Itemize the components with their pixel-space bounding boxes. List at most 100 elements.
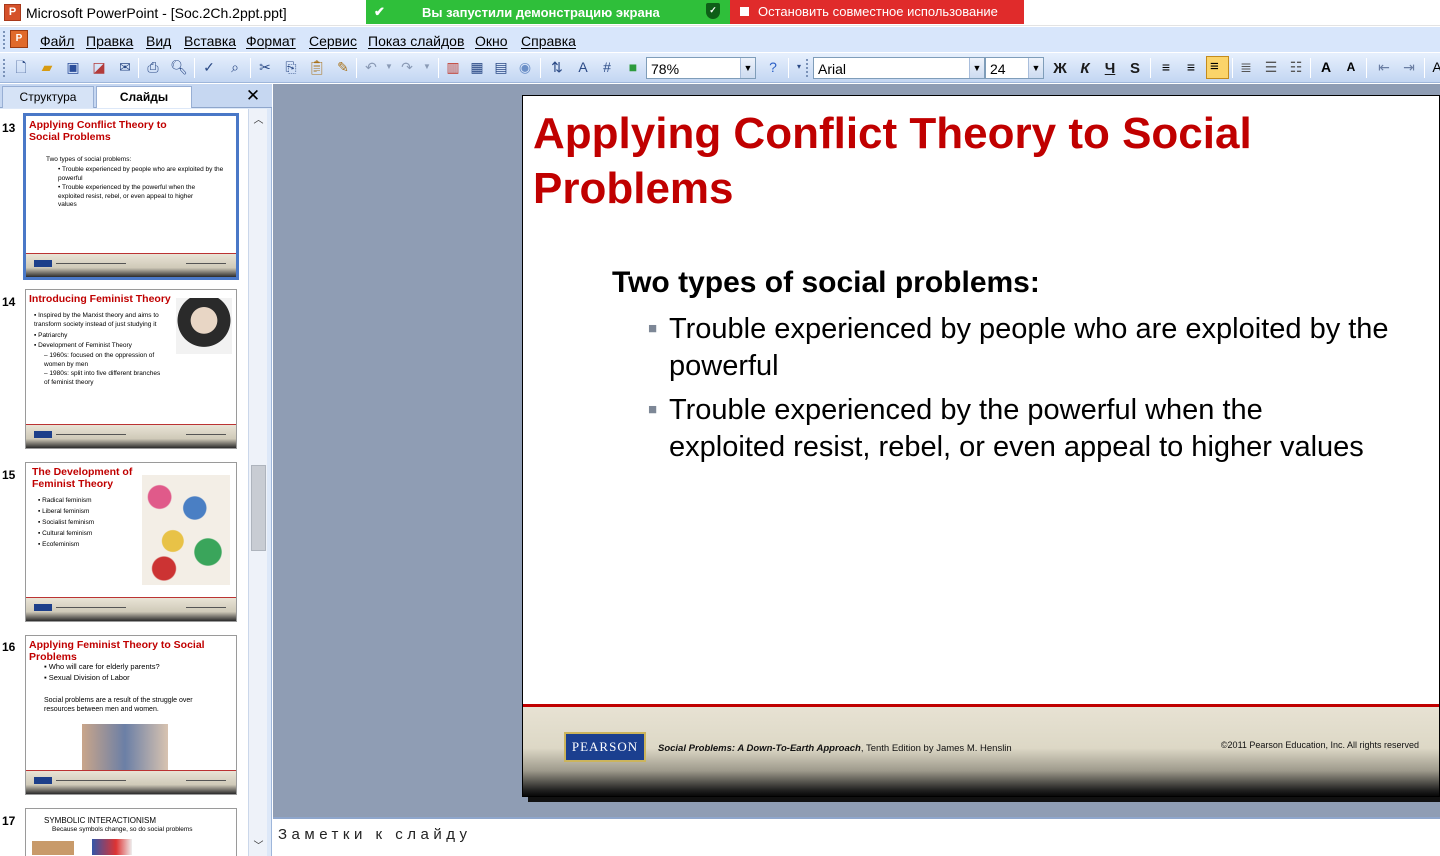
slide-notes-pane[interactable]: Заметки к слайду <box>273 817 1440 856</box>
show-formatting-icon[interactable]: A <box>574 58 592 76</box>
font-color-icon[interactable]: A <box>1428 58 1440 76</box>
toolbar-grip[interactable] <box>3 59 6 77</box>
menu-format[interactable]: Формат <box>246 33 296 49</box>
menu-view[interactable]: Вид <box>146 33 171 49</box>
font-select[interactable]: Arial ▼ <box>813 57 985 79</box>
format-painter-icon[interactable]: ✎ <box>334 58 352 76</box>
scroll-up-icon[interactable]: ︿ <box>252 111 265 126</box>
undo-icon[interactable]: ↶ <box>362 58 380 76</box>
footer-line <box>56 780 126 781</box>
slide-bullet[interactable]: Trouble experienced by the powerful when… <box>669 392 1369 466</box>
tab-slides[interactable]: Слайды <box>96 86 192 108</box>
close-panel-icon[interactable]: ✕ <box>244 86 262 106</box>
color-grayscale-icon[interactable]: ■ <box>624 58 642 76</box>
share-status-text: Вы запустили демонстрацию экрана <box>422 5 660 20</box>
stop-sharing-button[interactable]: Остановить совместное использование <box>730 0 1024 24</box>
redo-dropdown-icon[interactable]: ▼ <box>418 58 436 76</box>
align-right-button-active[interactable]: ≡ <box>1206 56 1229 79</box>
slide-number: 16 <box>2 640 16 654</box>
tab-outline[interactable]: Структура <box>2 86 94 108</box>
slide-thumbnail-16[interactable]: Applying Feminist Theory to Social Probl… <box>25 635 237 795</box>
font-value: Arial <box>818 61 847 77</box>
slide-title[interactable]: Applying Conflict Theory to Social Probl… <box>533 106 1293 216</box>
paste-icon[interactable]: 📋︎ <box>308 58 326 76</box>
scroll-down-icon[interactable]: ﹀ <box>252 837 265 852</box>
toolbar-separator <box>1310 58 1311 78</box>
thumbnail-text: • Trouble experienced by people who are … <box>58 166 224 182</box>
research-icon[interactable]: ⌕ <box>226 58 244 76</box>
toolbar-separator <box>1424 58 1425 78</box>
zoom-select[interactable]: 78% ▼ <box>646 57 756 79</box>
thumbnail-text: – 1980s: split into five different branc… <box>44 370 161 386</box>
menu-slideshow[interactable]: Показ слайдов <box>368 33 464 49</box>
slide-number: 15 <box>2 468 16 482</box>
slide-heading[interactable]: Two types of social problems: <box>612 266 1040 300</box>
pearson-logo: PEARSON <box>564 732 646 762</box>
undo-dropdown-icon[interactable]: ▼ <box>380 58 398 76</box>
insert-chart-icon[interactable]: ▥ <box>444 58 462 76</box>
menu-window[interactable]: Окно <box>475 33 508 49</box>
shadow-button[interactable]: S <box>1125 59 1145 78</box>
thumbnail-footer <box>26 424 236 448</box>
panel-scrollbar[interactable]: ︿ ﹀ <box>248 109 267 856</box>
redo-icon[interactable]: ↷ <box>398 58 416 76</box>
italic-button[interactable]: К <box>1075 59 1095 78</box>
bullets-icon[interactable]: ☷ <box>1287 58 1305 76</box>
permission-icon[interactable]: ◪ <box>90 58 108 76</box>
slide-number: 14 <box>2 295 16 309</box>
stop-sharing-label: Остановить совместное использование <box>758 4 998 19</box>
slide-thumbnail-17[interactable]: SYMBOLIC INTERACTIONISM Because symbols … <box>25 808 237 856</box>
menu-tools[interactable]: Сервис <box>309 33 357 49</box>
menu-file[interactable]: Файл <box>40 33 74 49</box>
align-left-icon[interactable]: ≡ <box>1157 58 1175 76</box>
align-center-icon[interactable]: ≡ <box>1182 58 1200 76</box>
new-document-icon[interactable]: 🗋 <box>12 58 30 76</box>
grid-icon[interactable]: # <box>598 58 616 76</box>
open-folder-icon[interactable]: ▰ <box>38 58 56 76</box>
decrease-font-icon[interactable]: A <box>1342 58 1360 76</box>
increase-indent-icon[interactable]: ⇥ <box>1400 58 1418 76</box>
menu-insert[interactable]: Вставка <box>184 33 236 49</box>
expand-all-icon[interactable]: ⇅ <box>548 58 566 76</box>
slide-thumbnail-14[interactable]: Introducing Feminist Theory ▪ Inspired b… <box>25 289 237 449</box>
menu-help[interactable]: Справка <box>521 33 576 49</box>
bullet-square-icon: ■ <box>648 401 658 418</box>
slide-thumbnail-13[interactable]: Applying Conflict Theory to Social Probl… <box>23 113 239 280</box>
underline-button[interactable]: Ч <box>1100 59 1120 78</box>
copy-icon[interactable]: ⎘ <box>282 58 300 76</box>
toolbar-separator <box>788 58 789 78</box>
email-icon[interactable]: ✉ <box>116 58 134 76</box>
tables-borders-icon[interactable]: ▤ <box>492 58 510 76</box>
powerpoint-app-icon[interactable]: P <box>4 4 21 21</box>
save-icon[interactable]: ▣ <box>64 58 82 76</box>
insert-table-icon[interactable]: ▦ <box>468 58 486 76</box>
bold-button[interactable]: Ж <box>1050 59 1070 78</box>
slide-shadow <box>528 797 1440 802</box>
chevron-down-icon[interactable]: ▼ <box>969 58 984 78</box>
format-toolbar-grip[interactable] <box>806 59 809 77</box>
print-preview-icon[interactable]: 🔍︎ <box>170 58 188 76</box>
current-slide[interactable]: Applying Conflict Theory to Social Probl… <box>522 95 1440 797</box>
toolbar-separator <box>1366 58 1367 78</box>
spelling-icon[interactable]: ✓ <box>200 58 218 76</box>
print-icon[interactable]: ⎙ <box>144 58 162 76</box>
numbering-icon[interactable]: ☰ <box>1262 58 1280 76</box>
footer-book-title: Social Problems: A Down-To-Earth Approac… <box>658 743 861 754</box>
hyperlink-icon[interactable]: ◉ <box>516 58 534 76</box>
menu-grip[interactable] <box>3 31 6 49</box>
increase-font-icon[interactable]: A <box>1317 58 1335 76</box>
font-size-select[interactable]: 24 ▼ <box>985 57 1044 79</box>
justify-icon[interactable]: ≣ <box>1237 58 1255 76</box>
cut-icon[interactable]: ✂ <box>256 58 274 76</box>
chevron-down-icon[interactable]: ▼ <box>740 58 755 78</box>
document-icon[interactable]: P <box>10 30 28 48</box>
screen-share-status-bar[interactable]: ✔ Вы запустили демонстрацию экрана ✓ <box>366 0 730 24</box>
slide-bullet[interactable]: Trouble experienced by people who are ex… <box>669 311 1409 385</box>
help-icon[interactable]: ? <box>764 58 782 76</box>
scrollbar-thumb[interactable] <box>251 465 266 551</box>
decrease-indent-icon[interactable]: ⇤ <box>1375 58 1393 76</box>
slide-thumbnail-15[interactable]: The Development of Feminist Theory ▪ Rad… <box>25 462 237 622</box>
chevron-down-icon[interactable]: ▼ <box>1028 58 1043 78</box>
menu-edit[interactable]: Правка <box>86 33 133 49</box>
thumbnail-title: Applying Feminist Theory to Social Probl… <box>29 639 205 663</box>
